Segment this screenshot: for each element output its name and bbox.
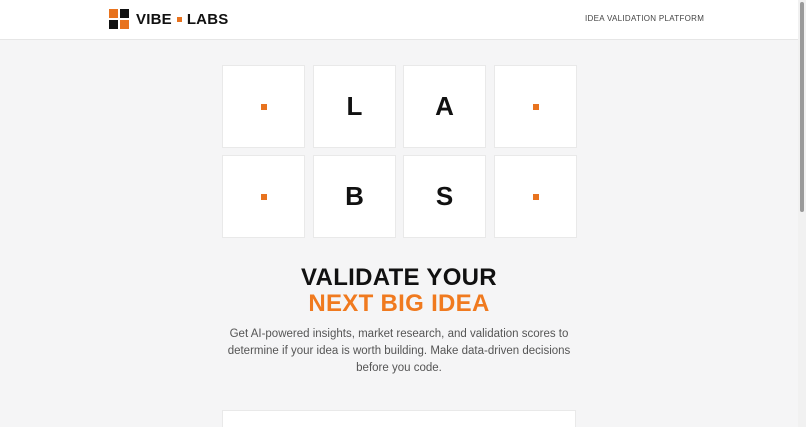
tile-letter-text: B [345, 181, 364, 211]
brand-name-right: LABS [186, 10, 229, 28]
tile-letter: L [313, 65, 396, 148]
top-header: VIBE LABS IDEA VALIDATION PLATFORM [0, 0, 798, 40]
hero-title-line2: NEXT BIG IDEA [308, 290, 490, 317]
hero-description: Get AI-powered insights, market research… [227, 328, 571, 374]
scrollbar-thumb[interactable] [800, 2, 804, 212]
brand-name: VIBE LABS [136, 11, 228, 28]
orange-dot-icon [260, 103, 267, 110]
logo-mark-icon [109, 9, 129, 29]
header-tagline: IDEA VALIDATION PLATFORM [585, 14, 705, 23]
tile-letter-text: S [435, 181, 454, 211]
tile-dot [222, 65, 305, 148]
orange-dot-icon [532, 193, 539, 200]
brand-dot-icon [176, 16, 182, 22]
orange-dot-icon [532, 103, 539, 110]
tile-letter-text: A [435, 91, 454, 121]
tile-dot [494, 65, 577, 148]
page-scrollbar[interactable] [798, 0, 806, 427]
brand-logo[interactable]: VIBE LABS [109, 9, 228, 29]
tile-dot [222, 155, 305, 238]
input-card[interactable] [222, 410, 576, 427]
orange-dot-icon [260, 193, 267, 200]
tile-dot [494, 155, 577, 238]
tile-letter: B [313, 155, 396, 238]
hero-title-line1: VALIDATE YOUR [301, 264, 497, 291]
tile-letter: A [403, 65, 486, 148]
brand-name-left: VIBE [136, 10, 172, 28]
tile-letter-text: L [346, 91, 363, 121]
tile-letter: S [403, 155, 486, 238]
